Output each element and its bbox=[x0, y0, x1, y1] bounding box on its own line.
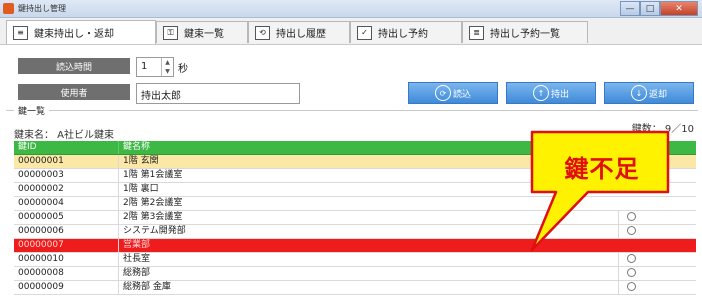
spin-down-icon[interactable]: ▼ bbox=[162, 67, 173, 76]
tab-reservation-list[interactable]: ≣ 持出し予約一覧 bbox=[462, 21, 588, 43]
key-name: システム開発部 bbox=[118, 225, 323, 238]
key-id: 00000009 bbox=[18, 282, 64, 292]
callout-text: 鍵不足 bbox=[564, 155, 640, 183]
window-controls: — □ ✕ bbox=[620, 1, 698, 16]
download-icon: ↓ bbox=[630, 85, 647, 101]
keybox-icon: ≡ bbox=[13, 25, 28, 40]
spin-up-icon[interactable]: ▲ bbox=[162, 58, 173, 67]
window-title: 鍵持出し管理 bbox=[18, 4, 66, 13]
tab-bar: ≡ 鍵束持出し・返却 ⚿ 鍵束一覧 ⟲ 持出し履歴 ✓ 持出し予約 ≣ 持出し予… bbox=[0, 18, 702, 45]
key-id: 00000005 bbox=[18, 212, 64, 222]
refresh-icon: ⟳ bbox=[434, 85, 451, 101]
history-icon: ⟲ bbox=[255, 25, 270, 40]
present-circle-icon bbox=[627, 282, 636, 291]
key-name: 営業部 bbox=[118, 239, 323, 252]
key-id: 00000002 bbox=[18, 184, 64, 194]
read-button-label: 読込 bbox=[452, 89, 471, 100]
column-header-name[interactable]: 鍵名称 bbox=[118, 141, 323, 154]
tab-reservation[interactable]: ✓ 持出し予約 bbox=[350, 21, 462, 43]
read-time-label: 読込時間 bbox=[18, 58, 130, 74]
key-id: 00000010 bbox=[18, 254, 64, 264]
return-button-label: 返却 bbox=[648, 89, 667, 100]
read-time-unit: 秒 bbox=[178, 64, 188, 75]
table-row[interactable]: 00000008 総務部 bbox=[14, 267, 696, 281]
checkout-button-label: 持出 bbox=[550, 89, 569, 100]
status-cell bbox=[618, 267, 697, 280]
status-cell bbox=[618, 281, 697, 294]
key-id: 00000004 bbox=[18, 198, 64, 208]
read-time-value: 1 bbox=[141, 61, 148, 72]
tab-label: 鍵束一覧 bbox=[184, 29, 224, 40]
minimize-button[interactable]: — bbox=[620, 1, 640, 16]
window-titlebar: 鍵持出し管理 — □ ✕ bbox=[0, 0, 702, 18]
present-circle-icon bbox=[627, 268, 636, 277]
key-name: 1階 第1会議室 bbox=[118, 169, 323, 182]
maximize-button[interactable]: □ bbox=[640, 1, 660, 16]
checkout-button[interactable]: ↑ 持出 bbox=[506, 82, 596, 104]
read-button[interactable]: ⟳ 読込 bbox=[408, 82, 498, 104]
spinner-arrows[interactable]: ▲ ▼ bbox=[161, 58, 173, 76]
tab-label: 持出し予約一覧 bbox=[490, 29, 560, 40]
tab-label: 鍵束持出し・返却 bbox=[34, 29, 114, 40]
key-id: 00000003 bbox=[18, 170, 64, 180]
key-list-title: 鍵一覧 bbox=[14, 104, 50, 117]
user-field[interactable]: 持出太郎 bbox=[136, 83, 300, 104]
tab-label: 持出し履歴 bbox=[276, 29, 326, 40]
app-icon bbox=[3, 3, 14, 14]
key-name: 2階 第3会議室 bbox=[118, 211, 323, 224]
read-time-spinner[interactable]: 1 ▲ ▼ bbox=[136, 57, 174, 77]
user-value: 持出太郎 bbox=[141, 91, 181, 102]
key-name: 総務部 金庫 bbox=[118, 281, 323, 294]
key-name: 総務部 bbox=[118, 267, 323, 280]
key-name: 1階 裏口 bbox=[118, 183, 323, 196]
key-name: 2階 第2会議室 bbox=[118, 197, 323, 210]
close-button[interactable]: ✕ bbox=[660, 1, 698, 16]
return-button[interactable]: ↓ 返却 bbox=[604, 82, 694, 104]
tab-key-list[interactable]: ⚿ 鍵束一覧 bbox=[156, 21, 248, 43]
key-name: 1階 玄関 bbox=[118, 155, 323, 168]
key-id: 00000008 bbox=[18, 268, 64, 278]
list-icon: ≣ bbox=[469, 25, 484, 40]
tab-checkout-return[interactable]: ≡ 鍵束持出し・返却 bbox=[6, 20, 156, 44]
key-id: 00000007 bbox=[18, 240, 64, 250]
column-header-id[interactable]: 鍵ID bbox=[18, 141, 108, 154]
checkbox-icon: ✓ bbox=[357, 25, 372, 40]
key-id: 00000006 bbox=[18, 226, 64, 236]
table-row[interactable]: 00000009 総務部 金庫 bbox=[14, 281, 696, 295]
tab-history[interactable]: ⟲ 持出し履歴 bbox=[248, 21, 350, 43]
upload-icon: ↑ bbox=[532, 85, 549, 101]
key-bundle-name: 鍵束名： A社ビル鍵束 bbox=[14, 130, 115, 141]
key-name: 社長室 bbox=[118, 253, 323, 266]
key-icon: ⚿ bbox=[163, 25, 178, 40]
tab-label: 持出し予約 bbox=[378, 29, 428, 40]
user-label: 使用者 bbox=[18, 84, 130, 100]
key-id: 00000001 bbox=[18, 156, 64, 166]
